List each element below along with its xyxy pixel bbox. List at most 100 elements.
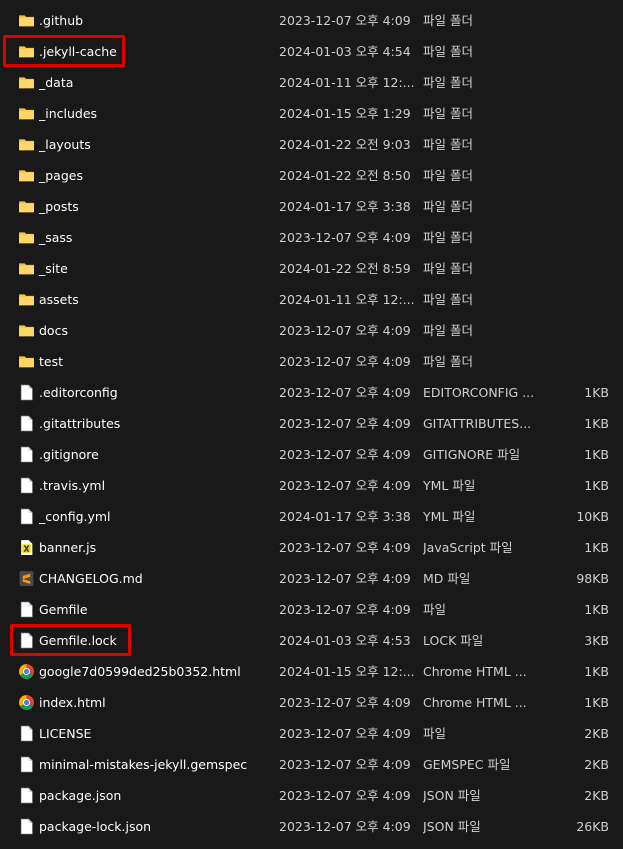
file-type: 파일 폴더 — [423, 75, 473, 90]
file-size — [540, 129, 609, 160]
file-row[interactable]: Gemfile.lock 2024-01-03 오후 4:53 LOCK 파일 3KB — [0, 625, 623, 656]
file-type: GEMSPEC 파일 — [423, 757, 511, 772]
modified-date: 2024-01-15 오후 12:... — [279, 664, 414, 679]
file-row[interactable]: _layouts 2024-01-22 오전 9:03 파일 폴더 — [0, 129, 623, 160]
folder-icon — [18, 74, 35, 91]
file-size: 26KB — [576, 819, 609, 834]
file-row[interactable]: .travis.yml 2023-12-07 오후 4:09 YML 파일 1KB — [0, 470, 623, 501]
file-row[interactable]: minimal-mistakes-jekyll.gemspec 2023-12-0… — [0, 749, 623, 780]
modified-date: 2024-01-03 오후 4:54 — [279, 44, 411, 59]
file-name: _posts — [39, 199, 79, 214]
file-row[interactable]: .editorconfig 2023-12-07 오후 4:09 EDITORCON… — [0, 377, 623, 408]
file-row[interactable]: _pages 2024-01-22 오전 8:50 파일 폴더 — [0, 160, 623, 191]
file-row[interactable]: .github 2023-12-07 오후 4:09 파일 폴더 — [0, 5, 623, 36]
folder-icon — [18, 198, 35, 215]
file-type: YML 파일 — [423, 509, 476, 524]
modified-date: 2023-12-07 오후 4:09 — [279, 385, 411, 400]
file-type: 파일 폴더 — [423, 199, 473, 214]
file-type: 파일 — [423, 726, 447, 741]
modified-date: 2023-12-07 오후 4:09 — [279, 602, 411, 617]
file-icon — [18, 477, 35, 494]
file-row[interactable]: test 2023-12-07 오후 4:09 파일 폴더 — [0, 346, 623, 377]
file-icon — [18, 446, 35, 463]
folder-icon — [18, 136, 35, 153]
file-size: 1KB — [584, 602, 609, 617]
file-type: Chrome HTML ... — [423, 695, 527, 710]
chrome-icon — [18, 694, 35, 711]
folder-icon — [18, 12, 35, 29]
file-size: 1KB — [584, 664, 609, 679]
file-type: EDITORCONFIG ... — [423, 385, 533, 400]
file-row[interactable]: _site 2024-01-22 오전 8:59 파일 폴더 — [0, 253, 623, 284]
modified-date: 2023-12-07 오후 4:09 — [279, 540, 411, 555]
file-type: 파일 폴더 — [423, 261, 473, 276]
file-row[interactable]: CHANGELOG.md 2023-12-07 오후 4:09 MD 파일 98KB — [0, 563, 623, 594]
file-type: 파일 폴더 — [423, 292, 473, 307]
file-row[interactable]: _includes 2024-01-15 오후 1:29 파일 폴더 — [0, 98, 623, 129]
file-row[interactable]: .gitignore 2023-12-07 오후 4:09 GITIGNORE 파일… — [0, 439, 623, 470]
file-row[interactable]: assets 2024-01-11 오후 12:... 파일 폴더 — [0, 284, 623, 315]
file-row[interactable]: .jekyll-cache 2024-01-03 오후 4:54 파일 폴더 — [0, 36, 623, 67]
file-name: banner.js — [39, 540, 97, 555]
modified-date: 2024-01-22 오전 8:50 — [279, 168, 411, 183]
modified-date: 2024-01-11 오후 12:... — [279, 75, 414, 90]
file-size: 1KB — [584, 416, 609, 431]
folder-icon — [18, 105, 35, 122]
file-row[interactable]: LICENSE 2023-12-07 오후 4:09 파일 2KB — [0, 718, 623, 749]
file-row[interactable]: index.html 2023-12-07 오후 4:09 Chrome HTML … — [0, 687, 623, 718]
file-name: _site — [39, 261, 68, 276]
file-type: JSON 파일 — [423, 819, 481, 834]
file-row[interactable]: .gitattributes 2023-12-07 오후 4:09 GITATTRI… — [0, 408, 623, 439]
file-name: _sass — [39, 230, 73, 245]
file-name: Gemfile — [39, 602, 88, 617]
javascript-file-icon — [18, 539, 35, 556]
file-row[interactable]: _posts 2024-01-17 오후 3:38 파일 폴더 — [0, 191, 623, 222]
file-row[interactable]: google7d0599ded25b0352.html 2024-01-15 오후… — [0, 656, 623, 687]
file-row[interactable]: _config.yml 2024-01-17 오후 3:38 YML 파일 10KB — [0, 501, 623, 532]
folder-icon — [18, 353, 35, 370]
file-name: .jekyll-cache — [39, 44, 117, 59]
file-size — [540, 36, 609, 67]
file-name: _data — [39, 75, 74, 90]
file-type: LOCK 파일 — [423, 633, 484, 648]
file-size — [540, 222, 609, 253]
file-row[interactable]: _data 2024-01-11 오후 12:... 파일 폴더 — [0, 67, 623, 98]
modified-date: 2023-12-07 오후 4:09 — [279, 13, 411, 28]
file-name: _config.yml — [39, 509, 111, 524]
modified-date: 2024-01-22 오전 9:03 — [279, 137, 411, 152]
file-type: Chrome HTML ... — [423, 664, 527, 679]
modified-date: 2024-01-11 오후 12:... — [279, 292, 414, 307]
modified-date: 2023-12-07 오후 4:09 — [279, 230, 411, 245]
file-size — [540, 191, 609, 222]
file-type: GITIGNORE 파일 — [423, 447, 521, 462]
file-size — [540, 67, 609, 98]
file-name: package.json — [39, 788, 122, 803]
modified-date: 2024-01-15 오후 1:29 — [279, 106, 411, 121]
file-row[interactable]: _sass 2023-12-07 오후 4:09 파일 폴더 — [0, 222, 623, 253]
file-icon — [18, 787, 35, 804]
file-type: 파일 폴더 — [423, 230, 473, 245]
file-name: Gemfile.lock — [39, 633, 117, 648]
file-type: MD 파일 — [423, 571, 471, 586]
file-row[interactable]: package-lock.json 2023-12-07 오후 4:09 JSON … — [0, 811, 623, 842]
file-row[interactable]: docs 2023-12-07 오후 4:09 파일 폴더 — [0, 315, 623, 346]
file-size: 2KB — [584, 726, 609, 741]
file-size — [540, 160, 609, 191]
file-name: _layouts — [39, 137, 91, 152]
file-row[interactable]: package.json 2023-12-07 오후 4:09 JSON 파일 2KB — [0, 780, 623, 811]
file-type: 파일 폴더 — [423, 13, 473, 28]
modified-date: 2023-12-07 오후 4:09 — [279, 726, 411, 741]
file-name: package-lock.json — [39, 819, 152, 834]
file-row[interactable]: Gemfile 2023-12-07 오후 4:09 파일 1KB — [0, 594, 623, 625]
file-size — [540, 315, 609, 346]
file-name: docs — [39, 323, 68, 338]
file-name: .gitattributes — [39, 416, 121, 431]
file-icon — [18, 601, 35, 618]
file-type: 파일 폴더 — [423, 168, 473, 183]
file-row[interactable]: banner.js 2023-12-07 오후 4:09 JavaScript 파일… — [0, 532, 623, 563]
folder-icon — [18, 43, 35, 60]
file-type: 파일 폴더 — [423, 106, 473, 121]
file-size: 1KB — [584, 478, 609, 493]
file-icon — [18, 384, 35, 401]
file-type: 파일 폴더 — [423, 137, 473, 152]
